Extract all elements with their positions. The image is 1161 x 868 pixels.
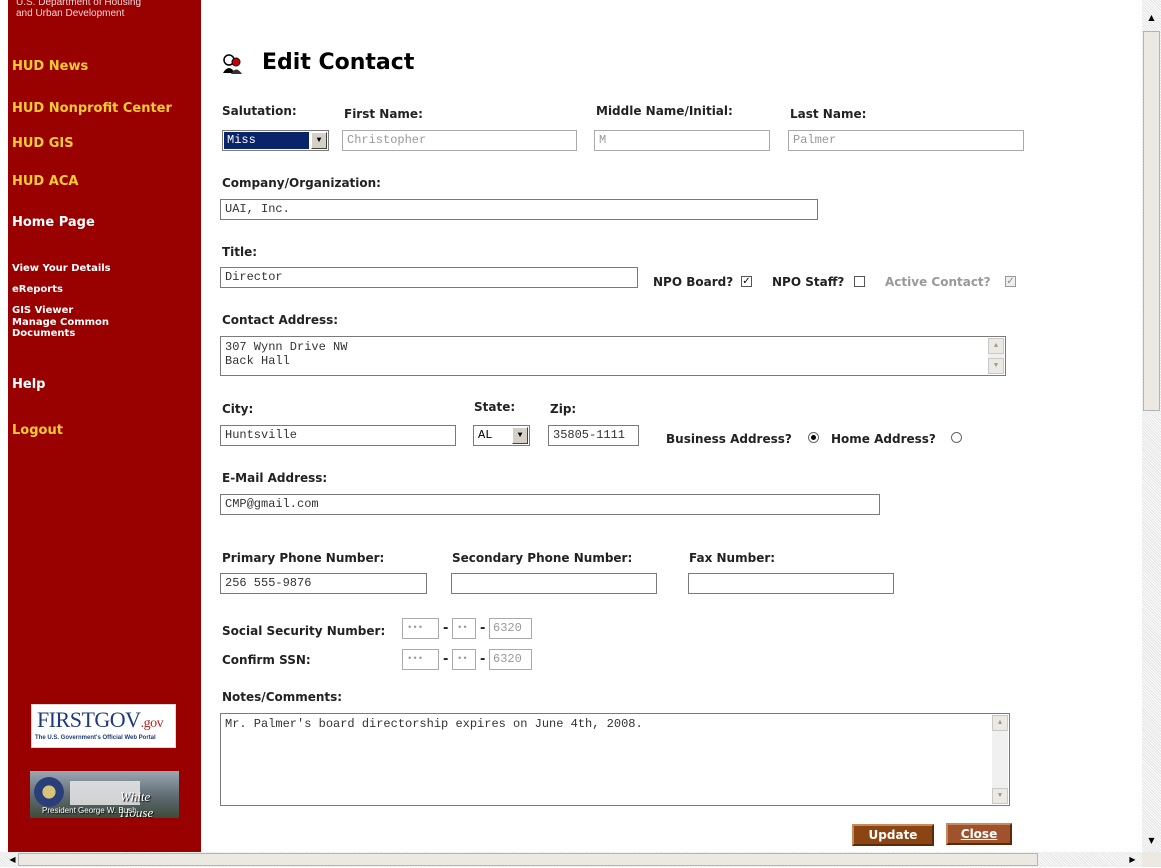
active-contact-checkbox[interactable]: ✓ — [1005, 276, 1016, 287]
ssn-part3-input[interactable]: 6320 — [489, 618, 532, 639]
sidebar-link-nonprofit-center[interactable]: HUD Nonprofit Center — [12, 101, 172, 116]
confirm-ssn-part1-input[interactable]: ••• — [402, 649, 439, 670]
scroll-up-icon[interactable]: ▲ — [988, 338, 1004, 354]
zip-input[interactable]: 35805-1111 — [548, 425, 639, 446]
sidebar-link-hud-gis[interactable]: HUD GIS — [12, 136, 74, 151]
notes-label: Notes/Comments: — [222, 690, 343, 704]
scroll-down-icon[interactable]: ▼ — [992, 788, 1008, 804]
fax-input[interactable] — [688, 573, 894, 594]
chevron-down-icon: ▼ — [512, 427, 528, 444]
sidebar-link-gis-viewer[interactable]: GIS Viewer — [12, 305, 73, 316]
state-label: State: — [474, 400, 516, 414]
white-house-logo[interactable]: White House President George W. Bush — [30, 771, 179, 818]
address-textarea[interactable]: 307 Wynn Drive NW Back Hall ▲ ▼ — [220, 336, 1006, 376]
title-label: Title: — [222, 245, 258, 259]
email-label: E-Mail Address: — [222, 471, 328, 485]
chevron-down-icon: ▼ — [311, 132, 327, 149]
home-address-radio[interactable] — [951, 432, 962, 443]
secondary-phone-label: Secondary Phone Number: — [452, 551, 633, 565]
salutation-label: Salutation: — [222, 104, 297, 118]
address-label: Contact Address: — [222, 313, 339, 327]
close-button[interactable]: Close — [946, 823, 1012, 845]
ssn-separator-2: - — [480, 621, 486, 636]
scroll-up-icon[interactable]: ▲ — [992, 715, 1008, 731]
confirm-ssn-separator-1: - — [443, 652, 449, 667]
notes-scrollbar[interactable]: ▲ ▼ — [992, 715, 1008, 804]
primary-phone-input[interactable]: 256 555-9876 — [220, 573, 427, 594]
scrollbar-corner — [1142, 852, 1161, 867]
title-input[interactable]: Director — [220, 267, 638, 288]
agency-name: U.S. Department of Housing and Urban Dev… — [16, 0, 142, 19]
state-select[interactable]: AL ▼ — [473, 425, 530, 446]
ssn-separator-1: - — [443, 621, 449, 636]
npo-staff-checkbox[interactable] — [854, 276, 865, 287]
company-input[interactable]: UAI, Inc. — [220, 199, 818, 220]
ssn-part1-input[interactable]: ••• — [402, 618, 439, 639]
last-name-label: Last Name: — [790, 107, 867, 121]
scroll-down-icon[interactable]: ▼ — [1143, 832, 1160, 849]
sidebar-link-help[interactable]: Help — [12, 377, 45, 392]
active-contact-label: Active Contact? — [885, 275, 991, 289]
middle-name-label: Middle Name/Initial: — [596, 104, 733, 118]
confirm-ssn-separator-2: - — [480, 652, 486, 667]
middle-name-input[interactable]: M — [594, 130, 770, 151]
ssn-label: Social Security Number: — [222, 624, 386, 638]
scroll-down-icon[interactable]: ▼ — [988, 358, 1004, 374]
npo-board-label: NPO Board? — [653, 275, 734, 289]
city-input[interactable]: Huntsville — [220, 425, 456, 446]
sidebar-link-view-details[interactable]: View Your Details — [12, 263, 111, 274]
vertical-scroll-thumb[interactable] — [1143, 31, 1160, 411]
horizontal-scroll-thumb[interactable] — [18, 853, 1038, 866]
business-address-label: Business Address? — [666, 432, 792, 446]
update-button[interactable]: Update — [852, 824, 934, 846]
ssn-part2-input[interactable]: •• — [452, 618, 476, 639]
home-address-label: Home Address? — [831, 432, 936, 446]
sidebar-link-ereports[interactable]: eReports — [12, 284, 63, 295]
zip-label: Zip: — [550, 402, 577, 416]
primary-phone-label: Primary Phone Number: — [222, 551, 385, 565]
npo-staff-label: NPO Staff? — [772, 275, 845, 289]
scroll-up-icon[interactable]: ▲ — [1143, 9, 1160, 26]
confirm-ssn-part2-input[interactable]: •• — [452, 649, 476, 670]
page-title: Edit Contact — [262, 50, 415, 75]
sidebar-link-logout[interactable]: Logout — [12, 423, 63, 438]
company-label: Company/Organization: — [222, 176, 381, 190]
confirm-ssn-label: Confirm SSN: — [222, 653, 311, 667]
email-input[interactable]: CMP@gmail.com — [220, 494, 880, 515]
secondary-phone-input[interactable] — [451, 573, 657, 594]
sidebar-link-manage-documents[interactable]: Manage Common Documents — [12, 317, 142, 339]
notes-textarea[interactable]: Mr. Palmer's board directorship expires … — [220, 713, 1010, 806]
first-name-label: First Name: — [344, 107, 423, 121]
window-vertical-scrollbar[interactable]: ▲ ▼ — [1142, 0, 1161, 852]
first-name-input[interactable]: Christopher — [342, 130, 577, 151]
window-horizontal-scrollbar[interactable]: ◀ ▶ — [0, 852, 1142, 867]
address-scrollbar[interactable]: ▲ ▼ — [988, 338, 1004, 374]
business-address-radio[interactable] — [808, 432, 819, 443]
scroll-right-icon[interactable]: ▶ — [1124, 851, 1141, 868]
salutation-select[interactable]: Miss ▼ — [222, 130, 329, 151]
sidebar-link-hud-news[interactable]: HUD News — [12, 59, 88, 74]
city-label: City: — [222, 402, 254, 416]
last-name-input[interactable]: Palmer — [788, 130, 1024, 151]
firstgov-logo[interactable]: FIRSTGOV.gov The U.S. Government's Offic… — [31, 704, 176, 748]
presidential-seal-icon — [34, 777, 64, 807]
npo-board-checkbox[interactable]: ✓ — [741, 276, 752, 287]
sidebar-link-hud-aca[interactable]: HUD ACA — [12, 174, 78, 189]
sidebar-link-home-page[interactable]: Home Page — [12, 215, 95, 230]
confirm-ssn-part3-input[interactable]: 6320 — [489, 649, 532, 670]
fax-label: Fax Number: — [689, 551, 776, 565]
contact-icon — [223, 54, 242, 74]
